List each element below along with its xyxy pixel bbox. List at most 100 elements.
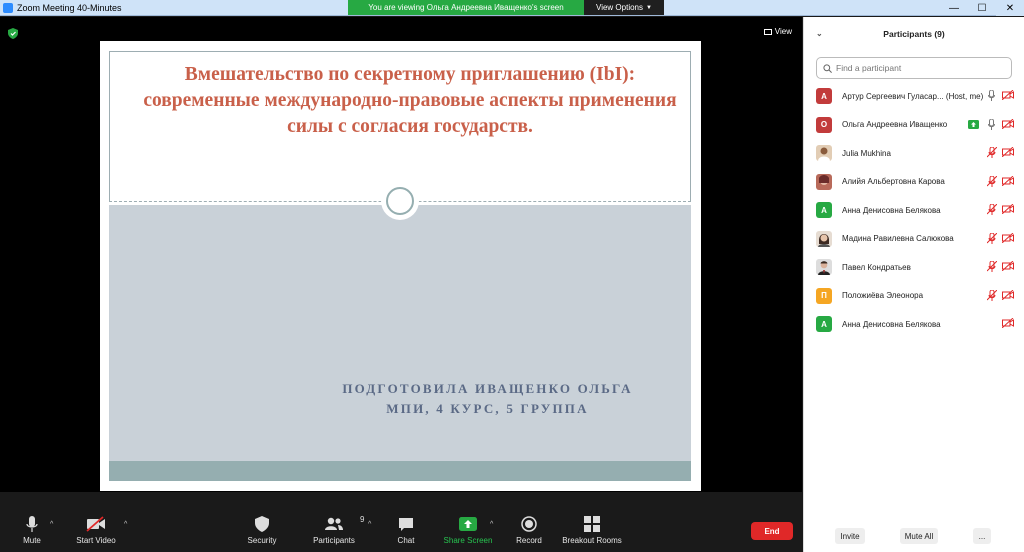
- participants-title: Participants (9): [883, 29, 945, 39]
- microphone-icon[interactable]: [988, 90, 995, 101]
- slide-body: [109, 205, 691, 461]
- share-options-caret[interactable]: ^: [490, 521, 493, 528]
- microphone-muted-icon[interactable]: [987, 232, 997, 244]
- record-button[interactable]: Record: [514, 492, 544, 552]
- slide-title: Вмешательство по секретному приглашению …: [143, 64, 677, 137]
- participant-row[interactable]: А Артур Сергеевич Гуласар... (Host, me): [804, 82, 1024, 111]
- participant-list: А Артур Сергеевич Гуласар... (Host, me) …: [804, 82, 1024, 339]
- end-meeting-button[interactable]: End: [751, 522, 793, 540]
- participant-row[interactable]: Мадина Равилевна Салюкова: [804, 225, 1024, 254]
- participant-name: Артур Сергеевич Гуласар... (Host, me): [842, 91, 984, 101]
- video-options-caret[interactable]: ^: [124, 521, 127, 528]
- avatar: [816, 145, 832, 162]
- participant-name: Павел Кондратьев: [842, 262, 911, 272]
- chevron-down-icon[interactable]: ⌄: [816, 29, 823, 38]
- microphone-muted-icon[interactable]: [987, 289, 997, 301]
- security-label: Security: [247, 536, 277, 545]
- presentation-slide: Вмешательство по секретному приглашению …: [100, 41, 701, 491]
- participants-panel: ⌄ Participants (9) А Артур Сергеевич Гул…: [803, 17, 1024, 552]
- meeting-toolbar: Mute ^ Start Video ^ Security 9 Particip…: [0, 492, 802, 552]
- microphone-muted-icon[interactable]: [987, 204, 997, 215]
- record-icon: [521, 516, 537, 532]
- microphone-icon[interactable]: [988, 118, 995, 130]
- avatar: П: [816, 287, 832, 304]
- participant-row[interactable]: А Анна Денисовна Белякова: [804, 196, 1024, 225]
- participants-count: 9: [360, 515, 365, 524]
- participants-header: ⌄ Participants (9): [804, 17, 1024, 51]
- participants-icon: [325, 517, 343, 530]
- participant-row[interactable]: О Ольга Андреевна Иващенко: [804, 111, 1024, 140]
- mute-all-button[interactable]: Mute All: [900, 528, 938, 544]
- record-label: Record: [516, 536, 542, 545]
- maximize-button[interactable]: ☐: [968, 0, 996, 16]
- slide-circle-ornament: [381, 182, 419, 220]
- participant-row[interactable]: Павел Кондратьев: [804, 253, 1024, 282]
- profile-photo-icon: [818, 147, 830, 162]
- slide-subtitle: ПОДГОТОВИЛА ИВАЩЕНКО ОЛЬГА МПИ, 4 КУРС, …: [300, 379, 675, 419]
- participant-name: Анна Денисовна Белякова: [842, 205, 941, 215]
- microphone-muted-icon[interactable]: [987, 147, 997, 158]
- zoom-app-icon: [3, 2, 13, 13]
- screen-share-icon: [968, 119, 979, 129]
- mute-button[interactable]: Mute: [20, 492, 44, 552]
- invite-button[interactable]: Invite: [835, 528, 865, 544]
- view-options-button[interactable]: View Options ▼: [584, 0, 664, 15]
- chat-button[interactable]: Chat: [394, 492, 418, 552]
- viewing-banner: You are viewing Ольга Андреевна Иващенко…: [348, 0, 584, 15]
- avatar: А: [816, 88, 832, 105]
- search-icon: [823, 63, 832, 73]
- breakout-rooms-icon: [584, 516, 600, 532]
- avatar: А: [816, 202, 832, 219]
- avatar: [816, 259, 832, 276]
- video-off-icon[interactable]: [1002, 175, 1014, 186]
- start-video-button[interactable]: Start Video: [74, 492, 118, 552]
- more-options-button[interactable]: ...: [973, 528, 991, 544]
- close-button[interactable]: ✕: [996, 0, 1024, 16]
- participant-search[interactable]: [816, 57, 1012, 79]
- video-off-icon[interactable]: [1002, 261, 1014, 271]
- avatar: А: [816, 316, 832, 333]
- share-screen-button[interactable]: Share Screen: [442, 492, 494, 552]
- participant-name: Мадина Равилевна Салюкова: [842, 234, 954, 244]
- participant-name: Ольга Андреевна Иващенко: [842, 120, 948, 130]
- participant-row[interactable]: Julia Mukhina: [804, 139, 1024, 168]
- participant-search-input[interactable]: [836, 63, 1006, 73]
- window-title: Zoom Meeting 40-Minutes: [17, 2, 122, 13]
- microphone-muted-icon[interactable]: [987, 175, 997, 187]
- shield-icon: [255, 516, 269, 532]
- video-off-icon[interactable]: [1002, 90, 1014, 100]
- view-button[interactable]: View: [763, 27, 792, 36]
- video-off-icon[interactable]: [1002, 318, 1014, 328]
- chat-label: Chat: [397, 536, 415, 545]
- breakout-rooms-button[interactable]: Breakout Rooms: [561, 492, 623, 552]
- participant-row[interactable]: Алийя Альбертовна Карова: [804, 168, 1024, 197]
- video-off-icon[interactable]: [1002, 147, 1014, 157]
- microphone-muted-icon[interactable]: [987, 261, 997, 272]
- participant-name: Алийя Альбертовна Карова: [842, 177, 945, 187]
- shared-screen-area: View Вмешательство по секретному приглаш…: [0, 17, 802, 492]
- participant-row[interactable]: П Положиёва Элеонора: [804, 282, 1024, 311]
- minimize-button[interactable]: —: [940, 0, 968, 16]
- participants-label: Participants: [313, 536, 355, 545]
- mute-options-caret[interactable]: ^: [50, 521, 53, 528]
- participants-options-caret[interactable]: ^: [368, 521, 371, 528]
- slide-title-box: Вмешательство по секретному приглашению …: [109, 51, 691, 201]
- participant-name: Положиёва Элеонора: [842, 291, 924, 301]
- video-off-icon[interactable]: [1002, 204, 1014, 214]
- slide-subtitle-line: ПОДГОТОВИЛА ИВАЩЕНКО ОЛЬГА: [342, 381, 633, 396]
- video-off-icon[interactable]: [1002, 118, 1014, 129]
- video-off-icon[interactable]: [1002, 232, 1014, 243]
- window-controls: — ☐ ✕: [940, 0, 1024, 16]
- profile-photo-icon: [818, 233, 830, 247]
- participants-button[interactable]: 9 Participants: [310, 492, 364, 552]
- view-label: View: [774, 27, 792, 36]
- avatar: О: [816, 116, 832, 133]
- shield-icon[interactable]: [8, 28, 18, 39]
- security-button[interactable]: Security: [244, 492, 280, 552]
- video-off-icon[interactable]: [1002, 289, 1014, 300]
- profile-photo-icon: [818, 261, 830, 276]
- participant-row[interactable]: А Анна Денисовна Белякова: [804, 310, 1024, 339]
- share-screen-label: Share Screen: [443, 536, 493, 545]
- avatar: [816, 230, 832, 247]
- chevron-down-icon: ▼: [646, 4, 652, 11]
